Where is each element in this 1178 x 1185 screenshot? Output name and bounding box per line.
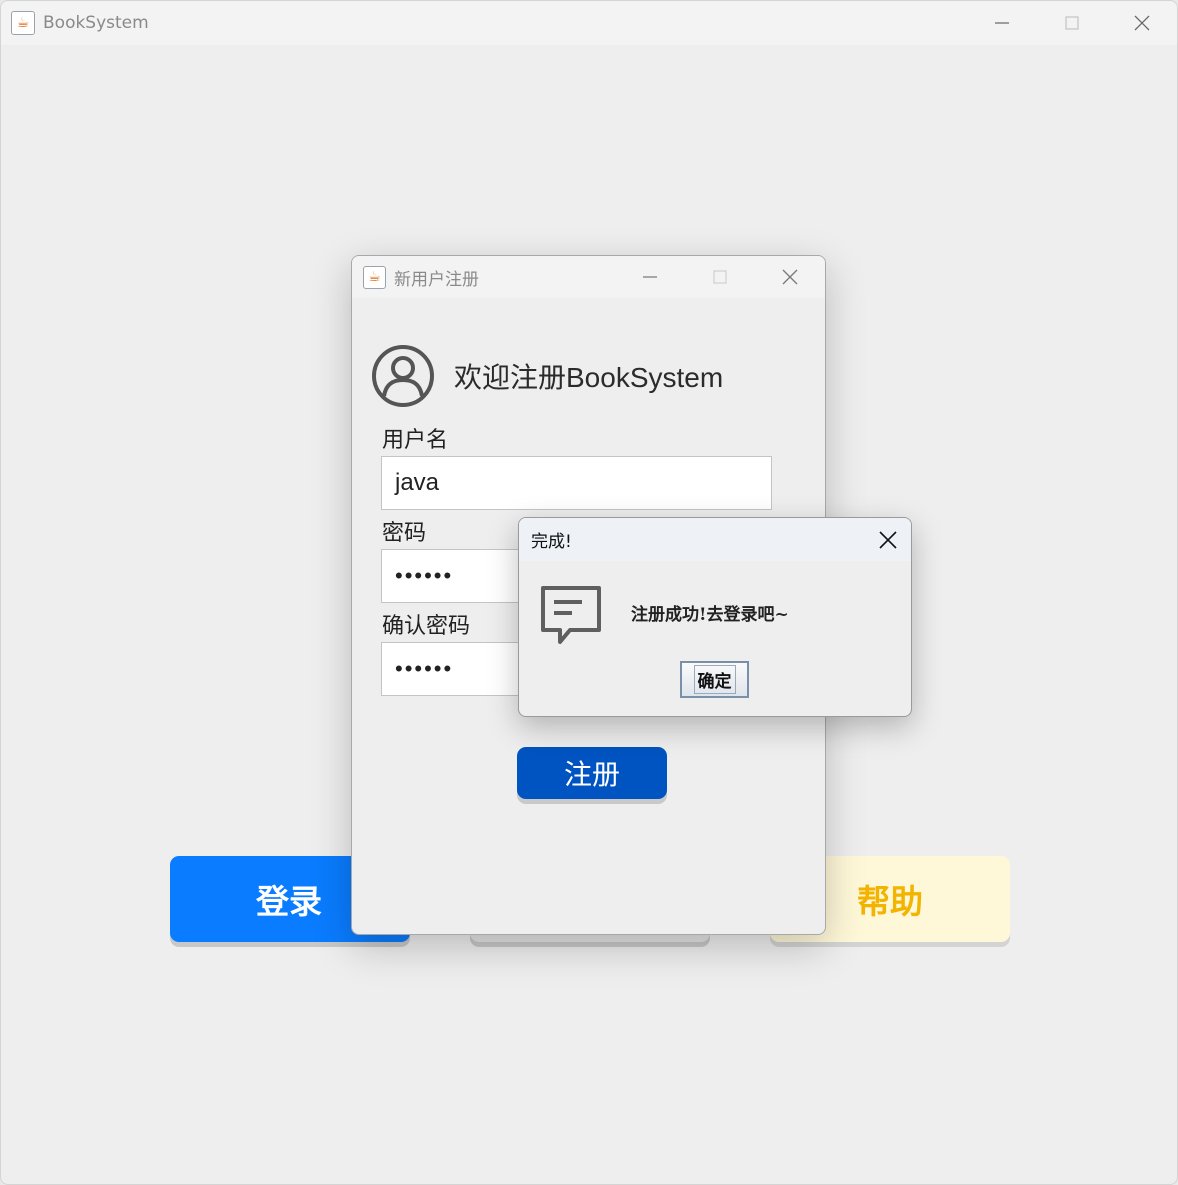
password-value: •••••• bbox=[395, 563, 454, 588]
maximize-button[interactable] bbox=[1037, 1, 1107, 45]
register-dialog-controls bbox=[615, 256, 825, 298]
message-dialog-titlebar: 完成! bbox=[519, 518, 911, 561]
close-icon bbox=[782, 269, 798, 285]
register-maximize-button[interactable] bbox=[685, 256, 755, 298]
welcome-heading: 欢迎注册BookSystem bbox=[454, 362, 724, 393]
main-window-title: BookSystem bbox=[43, 13, 149, 33]
register-dialog-title: 新用户注册 bbox=[394, 269, 479, 290]
java-app-icon: ☕ bbox=[11, 11, 35, 35]
register-submit-button[interactable]: 注册 bbox=[517, 747, 667, 799]
message-dialog: 完成! 注册成功!去登录吧~ 确定 bbox=[518, 517, 912, 717]
message-dialog-title: 完成! bbox=[531, 532, 572, 552]
message-info-icon bbox=[541, 586, 601, 644]
maximize-icon bbox=[713, 270, 727, 284]
username-value: java bbox=[395, 469, 440, 496]
main-titlebar: ☕ BookSystem bbox=[1, 1, 1177, 45]
main-window-controls bbox=[967, 1, 1177, 45]
username-field[interactable]: java bbox=[381, 456, 772, 510]
java-app-icon: ☕ bbox=[363, 265, 386, 289]
minimize-icon bbox=[643, 276, 657, 278]
minimize-button[interactable] bbox=[967, 1, 1037, 45]
close-button[interactable] bbox=[1107, 1, 1177, 45]
register-dialog-titlebar: ☕ 新用户注册 bbox=[352, 256, 825, 298]
username-label: 用户名 bbox=[382, 427, 449, 452]
close-icon bbox=[1134, 15, 1150, 31]
confirm-password-value: •••••• bbox=[395, 656, 454, 681]
register-close-button[interactable] bbox=[755, 256, 825, 298]
confirm-password-label: 确认密码 bbox=[382, 613, 471, 638]
help-button-label: 帮助 bbox=[857, 882, 923, 921]
ok-button[interactable]: 确定 bbox=[680, 661, 749, 698]
message-text: 注册成功!去登录吧~ bbox=[631, 605, 789, 625]
ok-button-label: 确定 bbox=[693, 665, 736, 694]
register-minimize-button[interactable] bbox=[615, 256, 685, 298]
minimize-icon bbox=[995, 22, 1009, 24]
password-label: 密码 bbox=[382, 520, 427, 545]
register-submit-label: 注册 bbox=[563, 759, 620, 790]
maximize-icon bbox=[1065, 16, 1079, 30]
message-close-icon[interactable] bbox=[877, 529, 899, 551]
login-button-label: 登录 bbox=[256, 882, 322, 921]
user-avatar-icon bbox=[372, 345, 434, 407]
